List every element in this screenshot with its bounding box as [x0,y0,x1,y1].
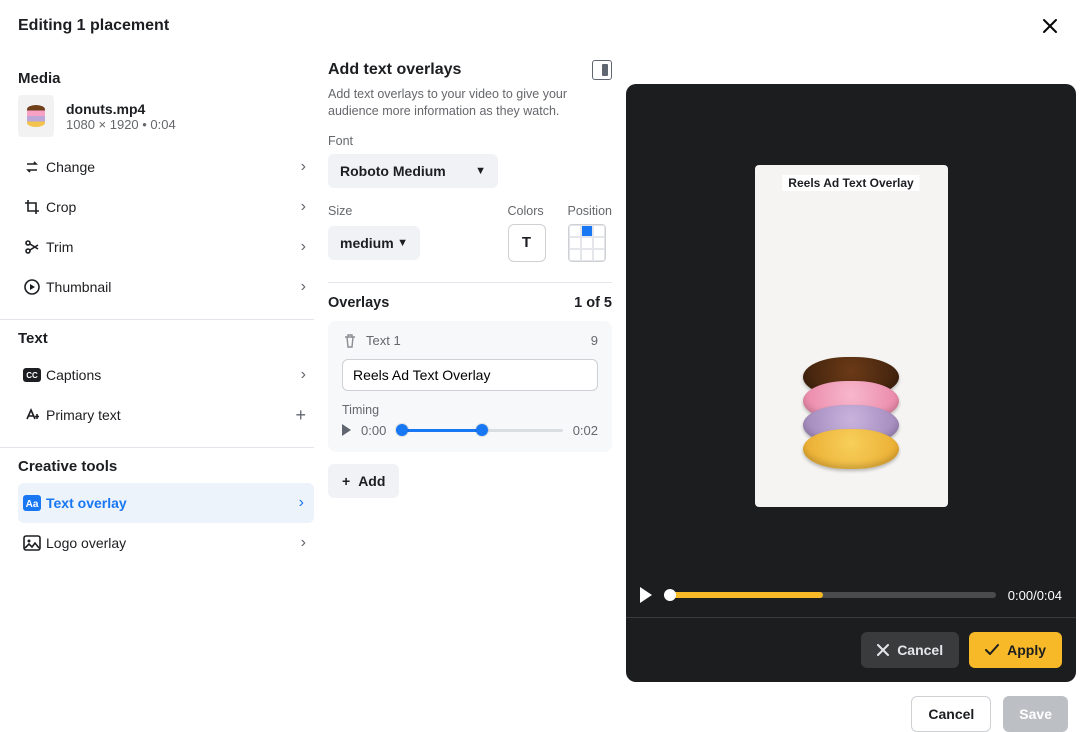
timing-play-button[interactable] [342,424,351,436]
range-handle-end[interactable] [476,424,488,436]
media-file-row: donuts.mp4 1080 × 1920 • 0:04 [18,95,314,137]
preview-video: Reels Ad Text Overlay [755,165,948,507]
crop-icon [24,199,40,215]
trash-icon[interactable] [342,333,358,349]
preview-cancel-button[interactable]: Cancel [861,632,959,668]
timing-label: Timing [342,403,598,417]
creative-section-title: Creative tools [18,458,314,475]
size-label: Size [328,204,420,218]
overlay-panel-title: Add text overlays [328,61,461,79]
overlay-text-input[interactable] [342,359,598,391]
add-overlay-label: Add [358,473,385,489]
video-play-button[interactable] [640,587,652,603]
media-crop[interactable]: Crop › [18,187,314,227]
timing-range[interactable] [396,424,562,436]
media-meta: 1080 × 1920 • 0:04 [66,117,176,132]
media-trim-label: Trim [46,239,301,255]
video-time: 0:00/0:04 [1008,588,1062,603]
text-overlay-icon: Aa [23,495,41,511]
close-icon [1042,18,1058,34]
color-picker[interactable]: T [508,224,546,262]
chevron-right-icon: › [301,158,306,176]
font-select[interactable]: Roboto Medium ▼ [328,154,498,188]
close-button[interactable] [1038,14,1062,38]
trim-icon [24,239,40,255]
chevron-right-icon: › [301,198,306,216]
preview-apply-button[interactable]: Apply [969,632,1062,668]
text-overlay-item[interactable]: Aa Text overlay › [18,483,314,523]
colors-label: Colors [508,204,546,218]
swap-icon [24,159,40,175]
media-crop-label: Crop [46,199,301,215]
footer-save-button[interactable]: Save [1003,696,1068,732]
toggle-panel-button[interactable] [592,60,612,80]
size-select[interactable]: medium ▼ [328,226,420,260]
logo-overlay-item[interactable]: Logo overlay › [18,523,314,563]
image-icon [23,535,41,551]
preview-apply-label: Apply [1007,642,1046,658]
page-title: Editing 1 placement [18,17,169,35]
footer-cancel-button[interactable]: Cancel [911,696,991,732]
captions-item[interactable]: CC Captions › [18,355,314,395]
overlay-char-count: 9 [591,333,598,348]
text-section-title: Text [18,330,314,347]
svg-text:CC: CC [26,371,38,380]
media-change[interactable]: Change › [18,147,314,187]
media-filename: donuts.mp4 [66,101,176,117]
range-handle-start[interactable] [396,424,408,436]
font-value: Roboto Medium [340,163,446,179]
primary-text-label: Primary text [46,407,295,423]
chevron-down-icon: ▼ [475,165,486,177]
svg-text:Aa: Aa [26,499,39,510]
preview-graphic [803,373,899,469]
primary-text-item[interactable]: Primary text + [18,395,314,435]
media-thumbnail [18,95,54,137]
chevron-right-icon: › [301,278,306,296]
chevron-right-icon: › [301,366,306,384]
captions-label: Captions [46,367,301,383]
chevron-right-icon: › [301,534,306,552]
media-section-title: Media [18,70,314,87]
footer-cancel-label: Cancel [928,706,974,722]
text-icon [24,407,40,423]
media-change-label: Change [46,159,301,175]
add-overlay-button[interactable]: + Add [328,464,399,498]
chevron-down-icon: ▼ [397,237,408,249]
footer-save-label: Save [1019,706,1052,722]
chevron-right-icon: › [299,494,304,512]
overlay-panel-description: Add text overlays to your video to give … [328,86,612,120]
preview-cancel-label: Cancel [897,642,943,658]
overlay-item: Text 1 9 Timing 0:00 0:02 [328,321,612,452]
media-thumbnail-item[interactable]: Thumbnail › [18,267,314,307]
plus-icon: + [295,405,306,426]
thumbnail-icon [23,278,41,296]
media-thumbnail-label: Thumbnail [46,279,301,295]
timing-end: 0:02 [573,423,598,438]
text-overlay-label: Text overlay [46,495,299,511]
overlays-label: Overlays [328,295,389,311]
close-icon [877,644,889,656]
captions-icon: CC [23,368,41,382]
overlays-count: 1 of 5 [574,295,612,311]
plus-icon: + [342,473,350,489]
timing-start: 0:00 [361,423,386,438]
check-icon [985,644,999,656]
video-scrubber[interactable] [664,592,996,598]
chevron-right-icon: › [301,238,306,256]
logo-overlay-label: Logo overlay [46,535,301,551]
preview-overlay-text: Reels Ad Text Overlay [782,175,919,191]
position-picker[interactable] [568,224,606,262]
media-trim[interactable]: Trim › [18,227,314,267]
preview-panel: Reels Ad Text Overlay 0:00/0:04 [626,84,1076,682]
size-value: medium [340,235,394,251]
overlay-item-name: Text 1 [366,333,401,348]
font-label: Font [328,134,612,148]
position-label: Position [568,204,612,218]
